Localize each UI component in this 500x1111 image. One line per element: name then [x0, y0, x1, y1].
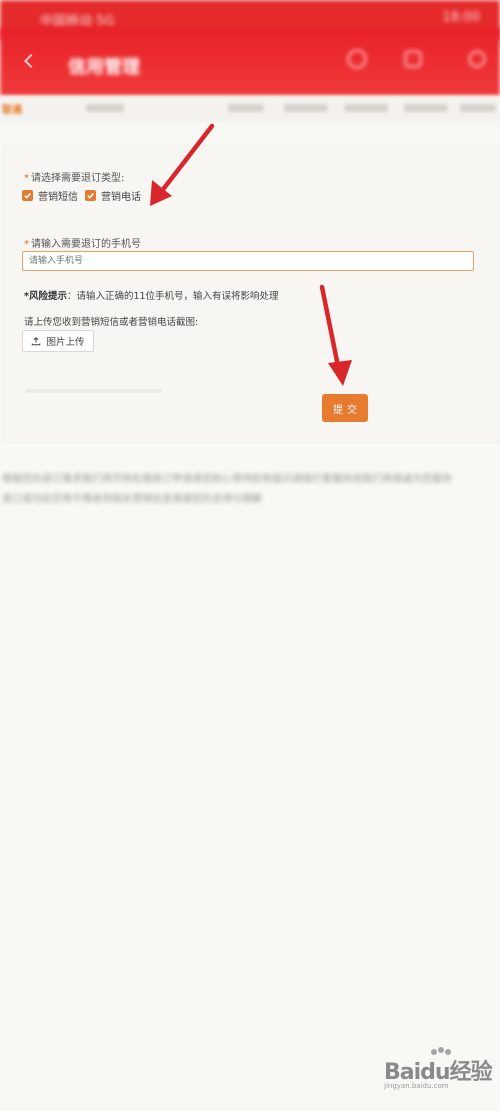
divider — [26, 389, 162, 393]
checkbox-checked-icon[interactable] — [22, 190, 33, 201]
phone-input[interactable] — [22, 251, 474, 271]
nav-placeholder — [404, 104, 448, 112]
star-icon[interactable] — [344, 46, 370, 72]
option-label: 营销短信 — [38, 192, 78, 203]
nav-brand[interactable]: 联通 — [2, 101, 22, 116]
type-label: * 请选择需要退订类型: — [24, 173, 125, 184]
page-title: 信用管理 — [68, 57, 140, 78]
more-icon[interactable] — [464, 46, 490, 72]
nav-placeholder — [344, 104, 388, 112]
unsubscribe-form-card: *请选择需要退订类型: 营销短信 营销电话 *请输入需要退订的手机号 *风险提示… — [4, 146, 498, 442]
clock-text: 18:00 — [442, 10, 480, 25]
image-upload-button[interactable]: 图片上传 — [22, 330, 94, 352]
nav-placeholder — [228, 104, 264, 112]
blurred-text-line: 根据您的退订需求我们将尽快处理退订申请请您耐心等待如有疑问请拨打客服热线我们将竭… — [2, 474, 452, 485]
option-marketing-call[interactable]: 营销电话 — [85, 188, 141, 203]
option-marketing-sms[interactable]: 营销短信 — [22, 188, 78, 203]
blurred-text-line: 退订成功后您将不再收到相关营销信息感谢您的支持与理解 — [2, 494, 262, 505]
risk-notice: *风险提示：请输入正确的11位手机号，输入有误将影响处理 — [24, 288, 279, 302]
upload-icon — [32, 336, 41, 346]
upload-label: 请上传您收到营销短信或者营销电话截图: — [24, 317, 199, 328]
risk-title: *风险提示 — [24, 291, 67, 302]
share-icon[interactable] — [400, 46, 426, 72]
nav-placeholder — [460, 104, 496, 112]
nav-placeholder — [284, 104, 328, 112]
submit-button[interactable]: 提交 — [322, 394, 368, 422]
risk-text: ：请输入正确的11位手机号，输入有误将影响处理 — [66, 291, 279, 302]
option-label: 营销电话 — [101, 192, 141, 203]
back-arrow-icon[interactable] — [20, 52, 38, 70]
upload-button-label: 图片上传 — [46, 337, 85, 348]
page: 中国移动 5G 18:00 信用管理 联通 *请选择需要退订类型: 营销短信 — [0, 0, 500, 1111]
nav-placeholder — [86, 104, 124, 112]
checkbox-checked-icon[interactable] — [85, 190, 96, 201]
baidu-watermark: Baidu经验 jingyan.baidu.com — [380, 1047, 496, 1094]
carrier-text: 中国移动 5G — [40, 14, 115, 29]
nav-strip: 联通 — [0, 96, 500, 122]
phone-label: * 请输入需要退订的手机号 — [24, 239, 141, 250]
watermark-url: jingyan.baidu.com — [384, 1082, 449, 1090]
